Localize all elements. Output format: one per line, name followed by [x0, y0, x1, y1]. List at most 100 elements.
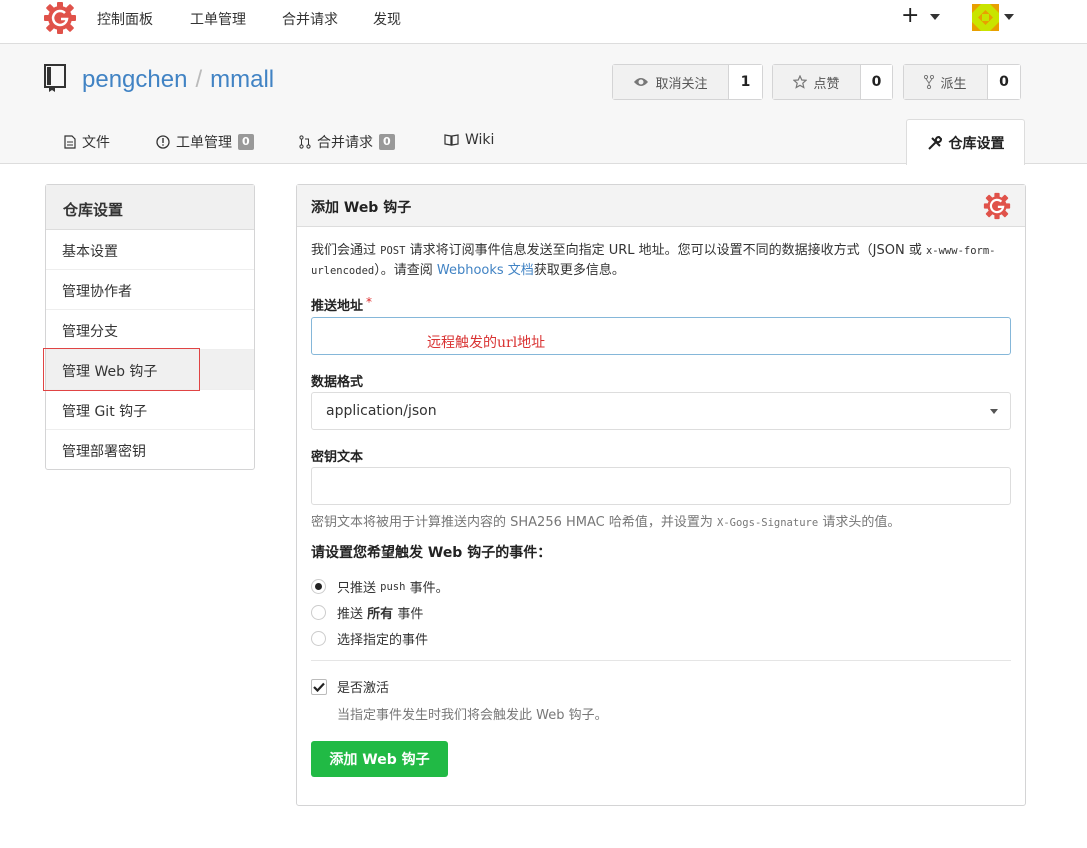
checkmark-icon	[313, 682, 325, 692]
card-header: 添加 Web 钩子	[297, 185, 1025, 227]
payload-url-label-text: 推送地址	[311, 299, 364, 314]
repo-title: pengchen / mmall	[82, 66, 274, 94]
repo-title-separator: /	[195, 66, 203, 93]
payload-url-label: 推送地址 *	[311, 295, 372, 314]
secret-help-text-2: 请求头的值。	[822, 515, 901, 530]
issue-icon	[156, 135, 170, 149]
sidebar-item-collaborators[interactable]: 管理协作者	[46, 270, 254, 310]
content-type-label: 数据格式	[311, 375, 364, 390]
secret-input[interactable]	[311, 467, 1011, 505]
user-avatar[interactable]	[972, 4, 999, 31]
desc-text-2: 请求将订阅事件信息发送至向指定 URL 地址。您可以设置不同的数据接收方式（JS…	[409, 243, 922, 258]
secret-header-code: X-Gogs-Signature	[717, 517, 819, 529]
active-label: 是否激活	[337, 681, 390, 696]
unwatch-label: 取消关注	[655, 76, 708, 92]
desc-text-1: 我们会通过	[311, 243, 377, 258]
event-all-option[interactable]: 推送 所有 事件	[311, 603, 423, 622]
webhook-description: 我们会通过 POST 请求将订阅事件信息发送至向指定 URL 地址。您可以设置不…	[311, 241, 1001, 281]
webhooks-docs-link[interactable]: Webhooks 文档	[437, 263, 534, 278]
fork-count[interactable]: 0	[988, 65, 1020, 99]
star-icon	[793, 75, 808, 89]
required-mark: *	[366, 295, 373, 309]
tab-wiki-label: Wiki	[465, 132, 495, 148]
gogs-logo-icon[interactable]	[44, 2, 76, 34]
book-icon	[444, 134, 459, 146]
annotation-highlight-box	[43, 348, 200, 391]
fork-label: 派生	[940, 76, 967, 92]
card-title: 添加 Web 钩子	[311, 200, 412, 216]
secret-help-text-1: 密钥文本将被用于计算推送内容的 SHA256 HMAC 哈希值，并设置为	[311, 515, 713, 530]
create-dropdown-caret-icon[interactable]	[930, 14, 940, 20]
tab-settings-label: 仓库设置	[948, 135, 1005, 152]
sidebar-item-branches[interactable]: 管理分支	[46, 310, 254, 350]
desc-text-3: ）。请查阅	[374, 263, 433, 278]
tab-settings[interactable]: 仓库设置	[906, 119, 1025, 165]
star-button-group: 点赞 0	[772, 64, 893, 100]
issues-count-badge: 0	[238, 134, 254, 150]
create-new-button[interactable]: +	[901, 4, 919, 28]
desc-post-code: POST	[380, 245, 406, 257]
add-webhook-button[interactable]: 添加 Web 钩子	[311, 741, 448, 777]
event-all-suffix: 事件	[397, 607, 424, 622]
sidebar-item-deploy-keys[interactable]: 管理部署密钥	[46, 430, 254, 470]
radio-push-only[interactable]	[311, 579, 326, 594]
tab-wiki[interactable]: Wiki	[444, 132, 494, 148]
event-choose-label: 选择指定的事件	[337, 633, 429, 648]
star-count[interactable]: 0	[861, 65, 892, 99]
secret-label: 密钥文本	[311, 450, 364, 465]
pull-request-icon	[299, 135, 311, 149]
desc-text-4: 获取更多信息。	[533, 263, 625, 278]
dropdown-caret-icon	[990, 409, 998, 414]
payload-url-annotation: 远程触发的url地址	[427, 335, 546, 351]
events-title: 请设置您希望触发 Web 钩子的事件：	[311, 545, 552, 561]
active-help: 当指定事件发生时我们将会触发此 Web 钩子。	[337, 708, 608, 723]
event-push-only-option[interactable]: 只推送 push 事件。	[311, 577, 449, 596]
watch-button-group: 取消关注 1	[612, 64, 763, 100]
event-push-code: push	[380, 580, 406, 593]
nav-pulls[interactable]: 合并请求	[282, 9, 338, 29]
event-push-suffix: 事件。	[409, 581, 449, 596]
radio-choose-events[interactable]	[311, 631, 326, 646]
gogs-hook-logo-icon	[983, 192, 1011, 220]
secret-help: 密钥文本将被用于计算推送内容的 SHA256 HMAC 哈希值，并设置为 X-G…	[311, 511, 900, 530]
event-push-prefix: 只推送	[337, 581, 377, 596]
fork-icon	[924, 75, 935, 89]
event-all-bold: 所有	[367, 607, 394, 622]
eye-icon	[634, 78, 649, 86]
top-navbar: 控制面板 工单管理 合并请求 发现 +	[0, 0, 1087, 44]
nav-issues[interactable]: 工单管理	[190, 9, 246, 29]
content-type-value: application/json	[326, 403, 437, 419]
fork-button[interactable]: 派生	[904, 65, 988, 99]
nav-explore[interactable]: 发现	[373, 9, 401, 29]
repo-book-icon	[44, 64, 66, 92]
divider	[311, 660, 1011, 661]
payload-url-input[interactable]: 远程触发的url地址	[311, 317, 1011, 355]
radio-all-events[interactable]	[311, 605, 326, 620]
sidebar-item-git-hooks[interactable]: 管理 Git 钩子	[46, 390, 254, 430]
file-icon	[64, 135, 76, 149]
tab-issues[interactable]: 工单管理 0	[156, 132, 254, 152]
sidebar-item-options[interactable]: 基本设置	[46, 230, 254, 270]
repo-name-link[interactable]: mmall	[210, 66, 274, 93]
event-choose-option[interactable]: 选择指定的事件	[311, 629, 428, 648]
watch-count[interactable]: 1	[729, 65, 762, 99]
content-type-select[interactable]: application/json	[311, 392, 1011, 430]
unwatch-button[interactable]: 取消关注	[613, 65, 729, 99]
user-dropdown-caret-icon[interactable]	[1004, 14, 1014, 20]
active-checkbox-row[interactable]: 是否激活	[311, 677, 389, 696]
tab-files-label: 文件	[82, 135, 110, 151]
star-button[interactable]: 点赞	[773, 65, 861, 99]
event-all-prefix: 推送	[337, 607, 364, 622]
repo-owner-link[interactable]: pengchen	[82, 66, 187, 93]
active-checkbox[interactable]	[311, 678, 327, 695]
nav-dashboard[interactable]: 控制面板	[97, 9, 153, 29]
settings-sidebar: 仓库设置 基本设置 管理协作者 管理分支 管理 Web 钩子 管理 Git 钩子…	[45, 184, 255, 470]
star-label: 点赞	[813, 76, 840, 92]
pulls-count-badge: 0	[379, 134, 395, 150]
sidebar-title: 仓库设置	[46, 185, 254, 230]
tab-files[interactable]: 文件	[64, 132, 110, 152]
tab-pulls[interactable]: 合并请求 0	[299, 132, 395, 152]
tools-icon	[927, 135, 942, 150]
add-webhook-card: 添加 Web 钩子 我们会通过 POST 请求将订阅事件信息发送至向指定 URL…	[296, 184, 1026, 806]
fork-button-group: 派生 0	[903, 64, 1021, 100]
